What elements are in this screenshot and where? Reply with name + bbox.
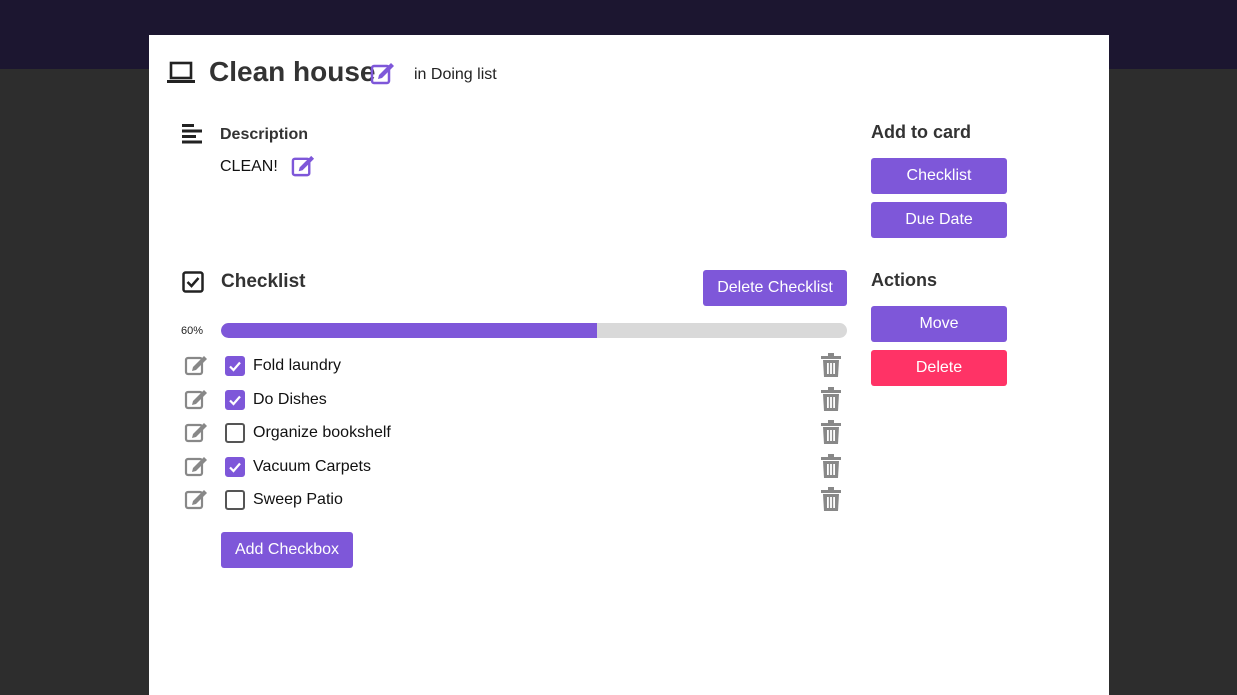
list-label: in Doing list xyxy=(414,66,497,83)
move-button[interactable]: Move xyxy=(871,306,1007,342)
actions-heading: Actions xyxy=(871,270,938,290)
edit-item-icon[interactable] xyxy=(184,420,210,444)
edit-item-icon[interactable] xyxy=(184,353,210,377)
edit-item-icon[interactable] xyxy=(184,487,210,511)
description-heading: Description xyxy=(220,126,309,143)
card-title: Clean house xyxy=(209,56,376,87)
item-checkbox[interactable] xyxy=(225,490,245,510)
item-label: Do Dishes xyxy=(253,390,327,408)
align-left-icon xyxy=(182,124,202,144)
checklist-heading: Checklist xyxy=(221,271,306,292)
trash-icon[interactable] xyxy=(821,353,841,377)
delete-checklist-button[interactable]: Delete Checklist xyxy=(703,270,847,306)
check-square-icon xyxy=(182,271,204,293)
progress-bar xyxy=(221,323,847,338)
item-label: Sweep Patio xyxy=(253,491,343,508)
checklist-item: Sweep Patio xyxy=(149,484,869,518)
checklist-item: Fold laundry xyxy=(149,350,869,384)
progress-fill xyxy=(221,323,597,338)
description-text: CLEAN! xyxy=(220,158,278,175)
laptop-icon xyxy=(167,61,195,83)
delete-card-button[interactable]: Delete xyxy=(871,350,1007,386)
item-checkbox[interactable] xyxy=(225,356,245,376)
item-label: Organize bookshelf xyxy=(253,424,391,441)
add-checklist-button[interactable]: Checklist xyxy=(871,158,1007,194)
card-modal: Clean house in Doing list Description CL… xyxy=(149,35,1109,695)
trash-icon[interactable] xyxy=(821,453,841,478)
due-date-button[interactable]: Due Date xyxy=(871,202,1007,238)
edit-title-icon[interactable] xyxy=(370,60,396,86)
add-checkbox-button[interactable]: Add Checkbox xyxy=(221,532,353,568)
checklist-item: Do Dishes xyxy=(149,384,869,418)
item-label: Fold laundry xyxy=(253,357,342,374)
edit-item-icon[interactable] xyxy=(184,454,210,478)
checklist-item: Vacuum Carpets xyxy=(149,451,869,485)
checklist-item: Organize bookshelf xyxy=(149,417,869,451)
item-label: Vacuum Carpets xyxy=(253,457,371,475)
edit-description-icon[interactable] xyxy=(291,153,316,178)
checklist-items: Fold laundry Do Dishes Organize bookshelf V… xyxy=(149,350,869,518)
trash-icon[interactable] xyxy=(821,386,841,411)
add-to-card-heading: Add to card xyxy=(871,122,972,142)
trash-icon[interactable] xyxy=(821,420,841,444)
item-checkbox[interactable] xyxy=(225,456,245,477)
progress-percent: 60% xyxy=(181,325,204,337)
trash-icon[interactable] xyxy=(821,487,841,511)
item-checkbox[interactable] xyxy=(225,423,245,443)
edit-item-icon[interactable] xyxy=(184,387,210,411)
item-checkbox[interactable] xyxy=(225,389,245,410)
